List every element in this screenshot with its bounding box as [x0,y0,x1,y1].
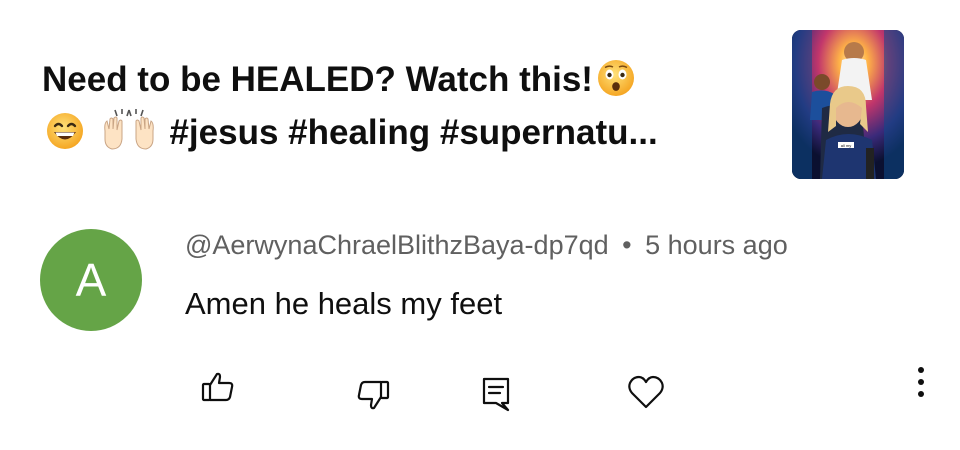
more-vertical-icon [917,365,925,401]
grinning-face-icon [45,111,85,162]
avatar[interactable]: A [40,229,142,331]
thumbnail-caption: all my [841,143,851,148]
title-hashtags: #jesus #healing #supernatu... [169,113,658,152]
like-button[interactable] [198,368,238,408]
raising-hands-icon [101,109,157,162]
astonished-face-icon [596,58,636,109]
video-thumbnail[interactable]: all my [792,30,904,179]
comment-text: Amen he heals my feet [185,286,503,321]
avatar-letter: A [75,254,107,306]
thumbs-up-icon [198,368,238,408]
comment-author[interactable]: @AerwynaChraelBlithzBaya-dp7qd [185,230,609,260]
title-text-line1: Need to be HEALED? Watch this! [42,60,593,99]
comment-meta: @AerwynaChraelBlithzBaya-dp7qd • 5 hours… [185,230,788,261]
heart-icon [626,372,666,412]
reply-button[interactable] [476,373,516,413]
meta-separator: • [622,230,632,260]
dislike-button[interactable] [353,374,393,414]
comment-time: 5 hours ago [645,230,788,260]
thumbs-down-icon [353,374,393,414]
heart-button[interactable] [626,372,666,412]
more-options-button[interactable] [906,365,936,401]
video-title[interactable]: Need to be HEALED? Watch this! #jesus #h… [42,58,742,162]
reply-icon [476,373,516,413]
